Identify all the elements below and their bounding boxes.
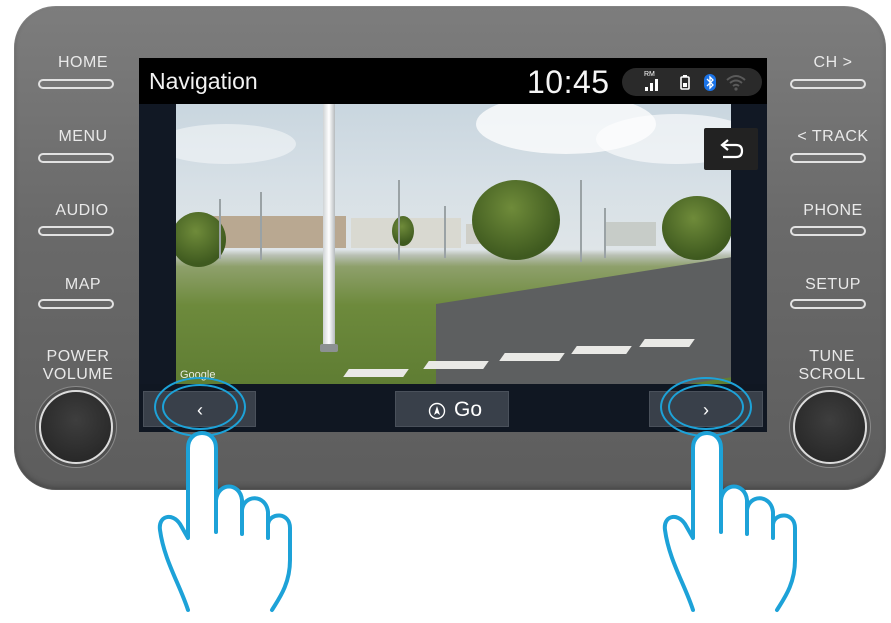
go-button[interactable]: Go	[395, 391, 509, 427]
touch-screen: Navigation 10:45 RM Google ‹ Go ›	[139, 58, 767, 432]
phone-button[interactable]	[790, 226, 866, 236]
back-button[interactable]	[704, 128, 758, 170]
battery-icon	[680, 75, 690, 90]
audio-button[interactable]	[38, 226, 114, 236]
signal-strength-icon	[645, 79, 658, 91]
ch-button[interactable]	[790, 79, 866, 89]
setup-button[interactable]	[790, 299, 866, 309]
ch-label: CH >	[813, 54, 853, 71]
audio-label: AUDIO	[55, 202, 109, 219]
home-button[interactable]	[38, 79, 114, 89]
left-margin	[139, 104, 176, 384]
clock: 10:45	[527, 64, 610, 100]
track-button[interactable]	[790, 153, 866, 163]
map-label: MAP	[64, 276, 102, 293]
signal-label: RM	[644, 71, 655, 78]
tune-scroll-label: TUNE SCROLL	[798, 348, 866, 383]
phone-label: PHONE	[803, 202, 863, 219]
setup-label: SETUP	[805, 276, 861, 293]
page-title: Navigation	[149, 68, 258, 94]
home-label: HOME	[58, 54, 108, 71]
status-bar: Navigation 10:45 RM	[139, 58, 767, 104]
map-button[interactable]	[38, 299, 114, 309]
power-volume-label: POWER VOLUME	[42, 348, 114, 383]
power-volume-knob[interactable]	[39, 390, 113, 464]
menu-label: MENU	[58, 128, 108, 145]
compass-icon	[428, 402, 446, 420]
status-indicators: RM	[622, 68, 762, 96]
bluetooth-icon	[704, 74, 716, 91]
go-label: Go	[454, 398, 483, 421]
tap-hand-icon-left	[157, 431, 292, 612]
back-arrow-icon	[720, 139, 744, 159]
street-view-image[interactable]: Google	[176, 104, 731, 384]
menu-button[interactable]	[38, 153, 114, 163]
wifi-icon	[726, 75, 746, 91]
tap-hand-icon-right	[662, 431, 797, 612]
track-label: < TRACK	[797, 128, 869, 145]
